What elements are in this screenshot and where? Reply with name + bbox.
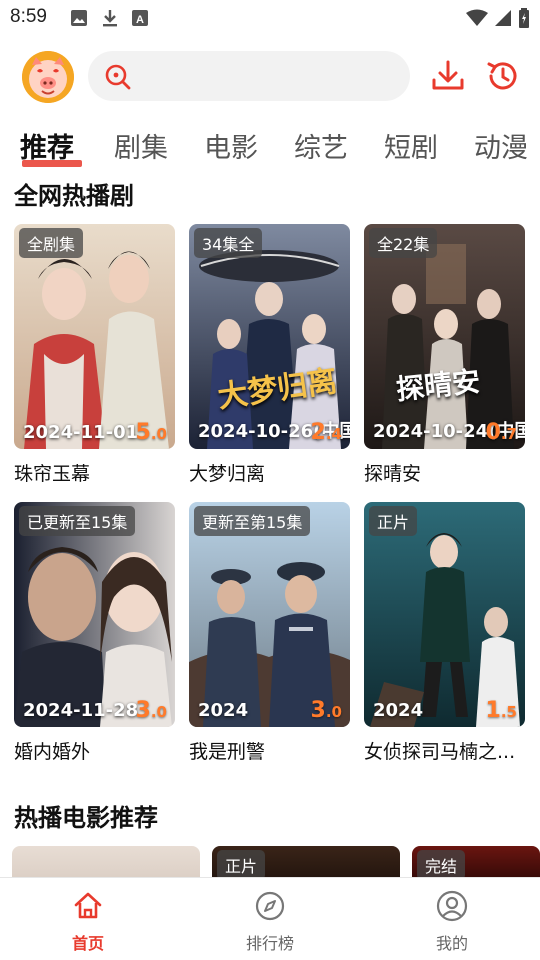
episode-badge: 更新至第15集 xyxy=(194,506,311,536)
download-status-icon xyxy=(103,10,117,27)
nav-home[interactable]: 首页 xyxy=(38,890,138,954)
poster: 探晴安 全22集 2024-10-24(中国大 0.7 xyxy=(364,224,525,449)
tab-anime[interactable]: 动漫 xyxy=(474,126,528,165)
wifi-icon xyxy=(466,9,488,26)
card-title: 我是刑警 xyxy=(189,741,266,763)
episode-badge: 全22集 xyxy=(369,228,438,258)
user-icon xyxy=(436,890,468,922)
card-title: 珠帘玉幕 xyxy=(14,463,91,485)
episode-badge: 全剧集 xyxy=(19,228,84,258)
episode-badge: 正片 xyxy=(369,506,418,536)
notification-icons: A xyxy=(70,9,148,27)
card-title: 女侦探司马楠之... xyxy=(364,741,516,763)
history-icon xyxy=(487,62,517,90)
drama-card[interactable]: 探晴安 全22集 2024-10-24(中国大 0.7 探晴安 xyxy=(364,224,525,486)
home-icon xyxy=(74,892,102,919)
poster: 全剧集 2024-11-01 5.0 xyxy=(14,224,175,449)
episode-badge: 已更新至15集 xyxy=(19,506,136,536)
search-icon xyxy=(104,63,132,95)
status-time: 8:59 xyxy=(10,6,47,27)
app-logo[interactable] xyxy=(22,51,74,103)
release-date: 2024 xyxy=(198,700,249,721)
poster: 正片 2024 1.5 xyxy=(364,502,525,727)
rating: 3.0 xyxy=(135,698,167,723)
image-icon xyxy=(71,10,87,26)
battery-icon xyxy=(519,8,529,28)
drama-card[interactable]: 全剧集 2024-11-01 5.0 珠帘玉幕 xyxy=(14,224,175,486)
search-bar[interactable] xyxy=(88,51,410,101)
download-button[interactable] xyxy=(430,58,466,94)
rating: 2.4 xyxy=(310,420,342,445)
drama-card[interactable]: 大梦归离 34集全 2024-10-26(中国大 2.4 大梦归离 xyxy=(189,224,350,486)
drama-card[interactable]: 正片 2024 1.5 女侦探司马楠之... xyxy=(364,502,525,764)
tab-variety[interactable]: 综艺 xyxy=(294,126,348,165)
episode-badge: 正片 xyxy=(217,850,266,880)
history-button[interactable] xyxy=(485,58,521,94)
font-icon: A xyxy=(132,10,148,26)
release-date: 2024-11-01 xyxy=(23,422,139,443)
system-icons xyxy=(466,8,530,28)
card-title: 大梦归离 xyxy=(189,463,266,485)
bottom-nav: 首页 排行榜 我的 xyxy=(0,877,540,960)
tab-recommend[interactable]: 推荐 xyxy=(20,126,74,165)
rating: 3.0 xyxy=(310,698,342,723)
rating: 5.0 xyxy=(135,420,167,445)
category-tabs: 推荐 剧集 电影 综艺 短剧 动漫 xyxy=(0,126,540,176)
nav-ranking-label: 排行榜 xyxy=(245,934,294,953)
nav-ranking[interactable]: 排行榜 xyxy=(220,890,320,954)
section-title-hot-movies: 热播电影推荐 xyxy=(14,804,158,832)
nav-profile-label: 我的 xyxy=(435,934,468,953)
card-title: 探晴安 xyxy=(364,463,422,485)
episode-badge: 34集全 xyxy=(194,228,263,258)
download-icon xyxy=(432,60,464,90)
nav-profile[interactable]: 我的 xyxy=(402,890,502,954)
section-title-hot-dramas: 全网热播剧 xyxy=(14,182,134,210)
status-bar: 8:59 A xyxy=(0,0,540,36)
drama-card[interactable]: 更新至第15集 2024 3.0 我是刑警 xyxy=(189,502,350,764)
episode-badge: 完结 xyxy=(417,850,466,880)
nav-home-label: 首页 xyxy=(71,934,104,953)
drama-card[interactable]: 已更新至15集 2024-11-28 3.0 婚内婚外 xyxy=(14,502,175,764)
card-title: 婚内婚外 xyxy=(14,741,91,763)
tab-short-drama[interactable]: 短剧 xyxy=(384,126,438,165)
rating: 1.5 xyxy=(485,698,517,723)
rating: 0.7 xyxy=(485,420,517,445)
poster: 更新至第15集 2024 3.0 xyxy=(189,502,350,727)
release-date: 2024 xyxy=(373,700,424,721)
release-date: 2024-11-28 xyxy=(23,700,139,721)
tab-movies[interactable]: 电影 xyxy=(204,126,258,165)
poster: 大梦归离 34集全 2024-10-26(中国大 2.4 xyxy=(189,224,350,449)
tab-series[interactable]: 剧集 xyxy=(114,126,168,165)
poster: 已更新至15集 2024-11-28 3.0 xyxy=(14,502,175,727)
compass-icon xyxy=(255,891,285,921)
piggy-logo-icon xyxy=(22,51,74,103)
svg-text:A: A xyxy=(136,14,144,26)
top-header xyxy=(0,48,540,106)
signal-icon xyxy=(495,10,511,26)
